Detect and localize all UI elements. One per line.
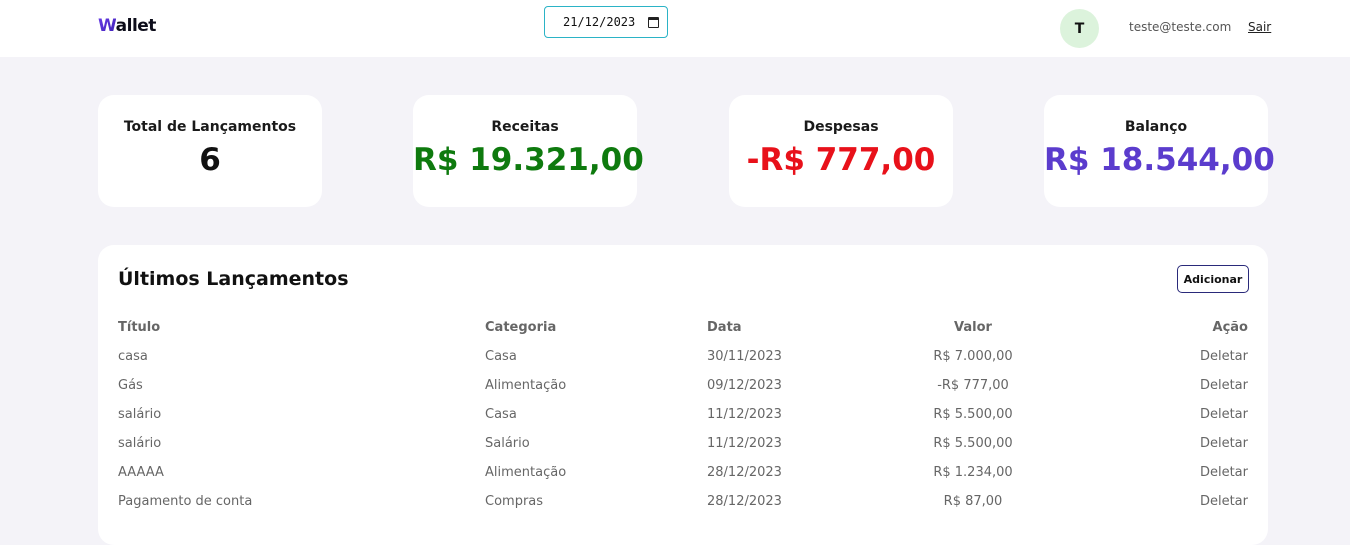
delete-button[interactable]: Deletar	[1148, 436, 1248, 451]
row-category: Compras	[485, 494, 544, 509]
row-value: R$ 1.234,00	[933, 465, 1013, 480]
row-value: R$ 87,00	[943, 494, 1003, 509]
row-category: Salário	[485, 436, 530, 451]
delete-button[interactable]: Deletar	[1148, 349, 1248, 364]
row-title: Pagamento de conta	[118, 494, 253, 509]
balance-card: Balanço R$ 18.544,00	[1044, 95, 1275, 207]
card-value: R$ 19.321,00	[413, 142, 644, 178]
row-value: R$ 5.500,00	[933, 436, 1013, 451]
latest-entries-panel: Últimos Lançamentos Adicionar Título Cat…	[98, 245, 1268, 545]
card-value: -R$ 777,00	[746, 142, 936, 178]
row-date: 11/12/2023	[707, 436, 782, 451]
card-value: R$ 18.544,00	[1044, 142, 1275, 178]
row-title: Gás	[118, 378, 143, 393]
card-label: Receitas	[491, 119, 559, 135]
date-filter-value: 21/12/2023	[563, 15, 636, 29]
card-label: Balanço	[1124, 119, 1188, 135]
user-avatar: T	[1060, 9, 1099, 48]
column-header-value: Valor	[954, 320, 992, 335]
avatar-initial: T	[1074, 20, 1085, 37]
delete-button[interactable]: Deletar	[1148, 494, 1248, 509]
card-value: 6	[199, 142, 221, 178]
column-header-title: Título	[118, 320, 161, 335]
delete-button[interactable]: Deletar	[1148, 407, 1248, 422]
income-card: Receitas R$ 19.321,00	[413, 95, 644, 207]
row-title: salário	[118, 436, 162, 451]
row-value: R$ 5.500,00	[933, 407, 1013, 422]
total-entries-card: Total de Lançamentos 6	[98, 95, 322, 207]
column-header-date: Data	[707, 320, 742, 335]
card-label: Total de Lançamentos	[123, 119, 297, 135]
card-label: Despesas	[803, 119, 879, 135]
calendar-icon[interactable]	[648, 16, 659, 28]
user-email: teste@teste.com	[1129, 20, 1232, 34]
row-value: -R$ 777,00	[937, 378, 1009, 393]
row-title: casa	[118, 349, 148, 364]
row-date: 30/11/2023	[707, 349, 782, 364]
row-date: 28/12/2023	[707, 465, 782, 480]
row-category: Casa	[485, 349, 517, 364]
top-navbar: Wallet 21/12/2023 T teste@teste.com Sair	[0, 0, 1350, 57]
row-value: R$ 7.000,00	[933, 349, 1013, 364]
logout-link[interactable]: Sair	[1248, 20, 1271, 34]
row-date: 11/12/2023	[707, 407, 782, 422]
column-header-action: Ação	[1212, 320, 1248, 335]
delete-button[interactable]: Deletar	[1148, 378, 1248, 393]
row-category: Casa	[485, 407, 517, 422]
row-date: 09/12/2023	[707, 378, 782, 393]
delete-button[interactable]: Deletar	[1148, 465, 1248, 480]
row-title: salário	[118, 407, 162, 422]
date-filter-input[interactable]: 21/12/2023	[544, 6, 668, 38]
row-title: AAAAA	[118, 465, 164, 480]
app-logo: Wallet	[98, 16, 156, 36]
panel-title: Últimos Lançamentos	[118, 268, 349, 290]
expense-card: Despesas -R$ 777,00	[729, 95, 953, 207]
row-category: Alimentação	[485, 378, 567, 393]
row-category: Alimentação	[485, 465, 567, 480]
add-entry-button[interactable]: Adicionar	[1177, 265, 1249, 293]
row-date: 28/12/2023	[707, 494, 782, 509]
column-header-category: Categoria	[485, 320, 557, 335]
